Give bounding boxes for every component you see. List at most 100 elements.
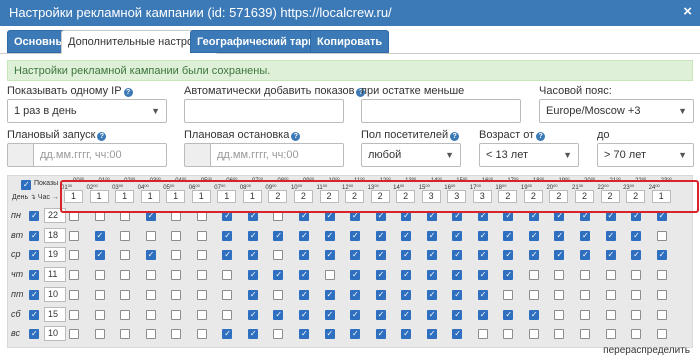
day-count-input[interactable]: 10 bbox=[44, 286, 66, 302]
hour-checkbox[interactable] bbox=[247, 250, 258, 261]
hour-checkbox[interactable] bbox=[273, 289, 284, 300]
hour-checkbox[interactable] bbox=[171, 250, 182, 261]
hour-checkbox[interactable] bbox=[605, 329, 616, 340]
hour-checkbox[interactable] bbox=[350, 211, 361, 221]
hour-checkbox[interactable] bbox=[298, 329, 309, 340]
hour-checkbox[interactable] bbox=[554, 289, 565, 300]
hour-checkbox[interactable] bbox=[350, 309, 361, 320]
hour-checkbox[interactable] bbox=[247, 230, 258, 241]
hour-checkbox[interactable] bbox=[605, 309, 616, 320]
hour-checkbox[interactable] bbox=[145, 309, 156, 320]
hour-checkbox[interactable] bbox=[503, 329, 514, 340]
hour-checkbox[interactable] bbox=[631, 230, 642, 241]
auto-add-input[interactable] bbox=[184, 99, 344, 123]
help-icon[interactable]: ? bbox=[450, 132, 460, 141]
hour-checkbox[interactable] bbox=[324, 270, 335, 281]
hour-checkbox[interactable] bbox=[375, 329, 386, 340]
hour-checkbox[interactable] bbox=[631, 289, 642, 300]
hour-checkbox[interactable] bbox=[554, 230, 565, 241]
hour-checkbox[interactable] bbox=[196, 250, 207, 261]
hour-checkbox[interactable] bbox=[350, 270, 361, 281]
hour-checkbox[interactable] bbox=[273, 309, 284, 320]
hour-checkbox[interactable] bbox=[171, 309, 182, 320]
hour-checkbox[interactable] bbox=[69, 250, 79, 261]
hour-checkbox[interactable] bbox=[94, 270, 105, 281]
hour-checkbox[interactable] bbox=[298, 211, 309, 221]
hour-value-input[interactable]: 2 bbox=[626, 190, 646, 203]
hour-checkbox[interactable] bbox=[196, 329, 207, 340]
day-checkbox[interactable] bbox=[29, 309, 39, 320]
hour-checkbox[interactable] bbox=[375, 270, 386, 281]
hour-checkbox[interactable] bbox=[298, 289, 309, 300]
hour-checkbox[interactable] bbox=[452, 230, 463, 241]
hour-checkbox[interactable] bbox=[324, 230, 335, 241]
hour-checkbox[interactable] bbox=[375, 289, 386, 300]
hour-checkbox[interactable] bbox=[452, 289, 463, 300]
hour-checkbox[interactable] bbox=[94, 309, 105, 320]
hour-checkbox[interactable] bbox=[631, 329, 642, 340]
hour-checkbox[interactable] bbox=[324, 329, 335, 340]
hour-checkbox[interactable] bbox=[94, 211, 105, 221]
hour-checkbox[interactable] bbox=[145, 230, 156, 241]
hour-checkbox[interactable] bbox=[247, 270, 258, 281]
start-date-input[interactable]: дд.мм.гггг, чч:00 bbox=[33, 143, 167, 167]
help-icon[interactable]: ? bbox=[97, 132, 107, 141]
day-checkbox[interactable] bbox=[29, 329, 39, 340]
hour-checkbox[interactable] bbox=[452, 329, 463, 340]
day-checkbox[interactable] bbox=[29, 270, 39, 281]
day-checkbox[interactable] bbox=[29, 289, 39, 300]
hour-checkbox[interactable] bbox=[324, 211, 335, 221]
hour-checkbox[interactable] bbox=[452, 211, 463, 221]
timezone-select[interactable]: Europe/Moscow +3 ▼ bbox=[539, 99, 694, 123]
hour-checkbox[interactable] bbox=[350, 289, 361, 300]
hour-checkbox[interactable] bbox=[528, 289, 539, 300]
hour-value-input[interactable]: 3 bbox=[472, 190, 492, 203]
hour-checkbox[interactable] bbox=[222, 309, 233, 320]
hour-checkbox[interactable] bbox=[656, 270, 667, 281]
hour-checkbox[interactable] bbox=[503, 211, 514, 221]
hour-checkbox[interactable] bbox=[298, 309, 309, 320]
hour-checkbox[interactable] bbox=[69, 289, 79, 300]
hour-checkbox[interactable] bbox=[196, 230, 207, 241]
hour-checkbox[interactable] bbox=[503, 309, 514, 320]
hour-checkbox[interactable] bbox=[171, 329, 182, 340]
hour-checkbox[interactable] bbox=[94, 329, 105, 340]
hour-checkbox[interactable] bbox=[631, 211, 642, 221]
hour-checkbox[interactable] bbox=[401, 211, 412, 221]
hour-checkbox[interactable] bbox=[477, 309, 488, 320]
hour-checkbox[interactable] bbox=[401, 289, 412, 300]
day-count-input[interactable]: 10 bbox=[44, 326, 66, 342]
hour-value-input[interactable]: 1 bbox=[242, 190, 262, 203]
help-icon[interactable]: ? bbox=[291, 132, 301, 141]
hour-checkbox[interactable] bbox=[247, 211, 258, 221]
hour-checkbox[interactable] bbox=[605, 211, 616, 221]
hour-checkbox[interactable] bbox=[120, 250, 131, 261]
hour-checkbox[interactable] bbox=[222, 211, 233, 221]
hour-checkbox[interactable] bbox=[324, 309, 335, 320]
hour-checkbox[interactable] bbox=[69, 270, 79, 281]
hour-value-input[interactable]: 3 bbox=[421, 190, 441, 203]
hour-checkbox[interactable] bbox=[580, 211, 590, 221]
hour-checkbox[interactable] bbox=[145, 289, 156, 300]
hour-checkbox[interactable] bbox=[656, 230, 667, 241]
hour-value-input[interactable]: 2 bbox=[370, 190, 390, 203]
hour-checkbox[interactable] bbox=[350, 250, 361, 261]
hour-checkbox[interactable] bbox=[196, 270, 207, 281]
hour-checkbox[interactable] bbox=[145, 211, 156, 221]
gender-select[interactable]: любой ▼ bbox=[361, 143, 461, 167]
hour-checkbox[interactable] bbox=[120, 329, 131, 340]
hour-checkbox[interactable] bbox=[580, 289, 590, 300]
hour-checkbox[interactable] bbox=[580, 230, 590, 241]
hour-checkbox[interactable] bbox=[580, 309, 590, 320]
hour-checkbox[interactable] bbox=[477, 270, 488, 281]
age-to-select[interactable]: > 70 лет ▼ bbox=[597, 143, 694, 167]
hour-checkbox[interactable] bbox=[69, 211, 79, 221]
hour-checkbox[interactable] bbox=[528, 211, 539, 221]
hour-checkbox[interactable] bbox=[222, 230, 233, 241]
hour-checkbox[interactable] bbox=[350, 329, 361, 340]
calendar-icon[interactable]: calendar-icon bbox=[7, 143, 34, 167]
hour-checkbox[interactable] bbox=[477, 211, 488, 221]
hour-checkbox[interactable] bbox=[605, 289, 616, 300]
hour-checkbox[interactable] bbox=[120, 270, 131, 281]
hour-checkbox[interactable] bbox=[324, 250, 335, 261]
